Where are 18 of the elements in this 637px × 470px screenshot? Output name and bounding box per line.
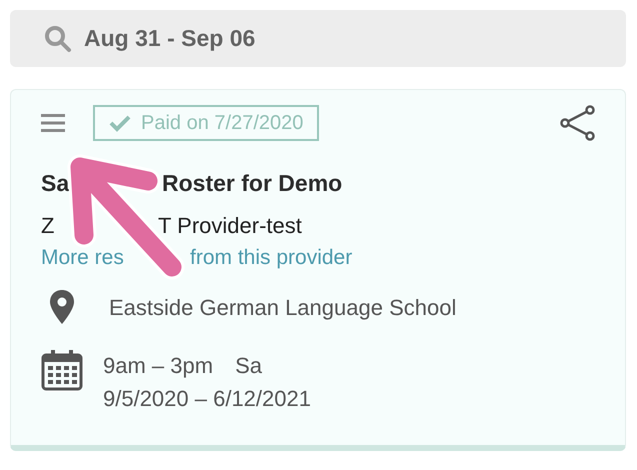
search-icon [44,24,72,52]
days-text: Sa [235,352,262,380]
menu-icon[interactable] [41,113,65,133]
date-range-text: 9/5/2020 – 6/12/2021 [103,385,311,413]
location-text: Eastside German Language School [109,294,456,322]
location-pin-icon [49,289,75,325]
calendar-icon [41,349,83,391]
check-icon [109,114,131,132]
provider-text: T Provider-test [158,212,302,240]
title-text: Sa [41,169,70,198]
status-text: Paid on 7/27/2020 [141,111,304,136]
share-icon[interactable] [559,104,597,142]
provider-link[interactable]: More res [41,242,124,273]
provider-link[interactable]: from this provider [190,242,352,273]
search-field[interactable]: Aug 31 - Sep 06 [10,10,626,67]
title-text: Roster for Demo [162,169,342,198]
time-text: 9am – 3pm [103,352,214,380]
provider-text: Z [41,212,54,240]
